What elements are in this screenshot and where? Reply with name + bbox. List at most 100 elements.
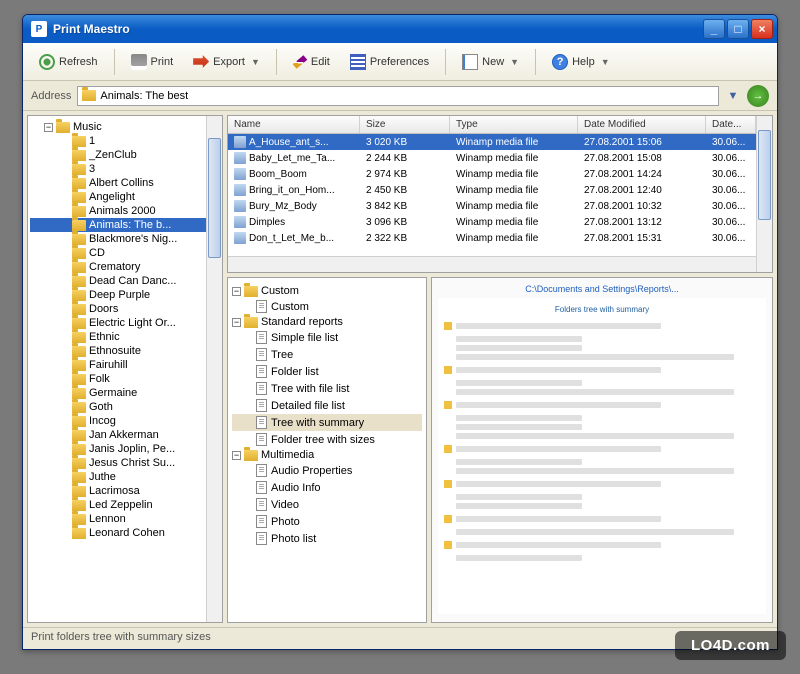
- report-item[interactable]: Tree with file list: [232, 380, 422, 397]
- file-row[interactable]: A_House_ant_s...3 020 KBWinamp media fil…: [228, 134, 772, 150]
- tree-item[interactable]: Angelight: [30, 190, 220, 204]
- report-item[interactable]: Audio Info: [232, 479, 422, 496]
- tree-item[interactable]: Fairuhill: [30, 358, 220, 372]
- tree-item[interactable]: Incog: [30, 414, 220, 428]
- address-value: Animals: The best: [100, 90, 188, 102]
- help-button[interactable]: ?Help▼: [544, 50, 618, 74]
- filelist-v-scrollbar[interactable]: [756, 116, 772, 272]
- tree-item[interactable]: Ethnic: [30, 330, 220, 344]
- tree-item[interactable]: Albert Collins: [30, 176, 220, 190]
- report-group[interactable]: −Standard reports: [232, 315, 422, 329]
- file-row[interactable]: Baby_Let_me_Ta...2 244 KBWinamp media fi…: [228, 150, 772, 166]
- tree-item[interactable]: Animals 2000: [30, 204, 220, 218]
- new-icon: [462, 54, 478, 70]
- preferences-icon: [350, 54, 366, 70]
- tree-item[interactable]: Jan Akkerman: [30, 428, 220, 442]
- reports-panel[interactable]: −CustomCustom−Standard reportsSimple fil…: [227, 277, 427, 623]
- separator: [114, 49, 115, 75]
- tree-item[interactable]: Lennon: [30, 512, 220, 526]
- tree-item[interactable]: Animals: The b...: [30, 218, 220, 232]
- filelist-h-scrollbar[interactable]: [228, 256, 756, 272]
- tree-item[interactable]: Jesus Christ Su...: [30, 456, 220, 470]
- report-item[interactable]: Simple file list: [232, 329, 422, 346]
- main-area: −Music1_ZenClub3Albert CollinsAngelightA…: [23, 111, 777, 627]
- file-list-header[interactable]: Name Size Type Date Modified Date...: [228, 116, 772, 134]
- file-row[interactable]: Don_t_Let_Me_b...2 322 KBWinamp media fi…: [228, 230, 772, 246]
- preview-title: C:\Documents and Settings\Reports\...: [438, 284, 766, 294]
- file-row[interactable]: Bring_it_on_Hom...2 450 KBWinamp media f…: [228, 182, 772, 198]
- app-icon: P: [31, 21, 47, 37]
- maximize-button[interactable]: □: [727, 19, 749, 39]
- report-item[interactable]: Custom: [232, 298, 422, 315]
- address-label: Address: [31, 90, 71, 102]
- refresh-icon: [39, 54, 55, 70]
- col-name[interactable]: Name: [228, 116, 360, 133]
- tree-item[interactable]: Led Zeppelin: [30, 498, 220, 512]
- app-window: P Print Maestro _ □ × Refresh Print Expo…: [22, 14, 778, 650]
- report-item[interactable]: Tree with summary: [232, 414, 422, 431]
- report-item[interactable]: Video: [232, 496, 422, 513]
- separator: [535, 49, 536, 75]
- tree-item[interactable]: Electric Light Or...: [30, 316, 220, 330]
- file-row[interactable]: Dimples3 096 KBWinamp media file27.08.20…: [228, 214, 772, 230]
- address-dropdown-button[interactable]: ▼: [725, 88, 741, 104]
- tree-item[interactable]: Ethnosuite: [30, 344, 220, 358]
- tree-item[interactable]: 1: [30, 134, 220, 148]
- report-item[interactable]: Photo: [232, 513, 422, 530]
- tree-item[interactable]: Dead Can Danc...: [30, 274, 220, 288]
- tree-scrollbar[interactable]: [206, 116, 222, 622]
- status-text: Print folders tree with summary sizes: [31, 631, 211, 643]
- col-date2[interactable]: Date...: [706, 116, 756, 133]
- file-list[interactable]: Name Size Type Date Modified Date... A_H…: [227, 115, 773, 273]
- tree-item[interactable]: Janis Joplin, Pe...: [30, 442, 220, 456]
- report-item[interactable]: Audio Properties: [232, 462, 422, 479]
- refresh-button[interactable]: Refresh: [31, 50, 106, 74]
- tree-item[interactable]: Deep Purple: [30, 288, 220, 302]
- tree-item[interactable]: Crematory: [30, 260, 220, 274]
- tree-item[interactable]: Blackmore's Nig...: [30, 232, 220, 246]
- col-date[interactable]: Date Modified: [578, 116, 706, 133]
- tree-root[interactable]: −Music: [30, 120, 220, 134]
- tree-item[interactable]: CD: [30, 246, 220, 260]
- col-type[interactable]: Type: [450, 116, 578, 133]
- close-button[interactable]: ×: [751, 19, 773, 39]
- watermark: LO4D.com: [675, 631, 786, 660]
- report-group[interactable]: −Custom: [232, 284, 422, 298]
- report-group[interactable]: −Multimedia: [232, 448, 422, 462]
- preferences-button[interactable]: Preferences: [342, 50, 437, 74]
- chevron-down-icon: ▼: [601, 57, 610, 67]
- file-row[interactable]: Boom_Boom2 974 KBWinamp media file27.08.…: [228, 166, 772, 182]
- minimize-button[interactable]: _: [703, 19, 725, 39]
- chevron-down-icon: ▼: [510, 57, 519, 67]
- tree-item[interactable]: Lacrimosa: [30, 484, 220, 498]
- export-button[interactable]: Export▼: [185, 50, 268, 74]
- tree-item[interactable]: Juthe: [30, 470, 220, 484]
- report-item[interactable]: Folder tree with sizes: [232, 431, 422, 448]
- report-item[interactable]: Tree: [232, 346, 422, 363]
- file-row[interactable]: Bury_Mz_Body3 842 KBWinamp media file27.…: [228, 198, 772, 214]
- print-button[interactable]: Print: [123, 50, 182, 74]
- edit-button[interactable]: Edit: [285, 52, 338, 72]
- report-item[interactable]: Detailed file list: [232, 397, 422, 414]
- tree-item[interactable]: _ZenClub: [30, 148, 220, 162]
- preview-body: Folders tree with summary: [438, 298, 766, 614]
- folder-tree[interactable]: −Music1_ZenClub3Albert CollinsAngelightA…: [27, 115, 223, 623]
- tree-item[interactable]: Folk: [30, 372, 220, 386]
- col-size[interactable]: Size: [360, 116, 450, 133]
- separator: [445, 49, 446, 75]
- tree-item[interactable]: Leonard Cohen: [30, 526, 220, 540]
- tree-item[interactable]: 3: [30, 162, 220, 176]
- separator: [276, 49, 277, 75]
- report-item[interactable]: Folder list: [232, 363, 422, 380]
- report-item[interactable]: Photo list: [232, 530, 422, 547]
- preview-panel: C:\Documents and Settings\Reports\... Fo…: [431, 277, 773, 623]
- new-button[interactable]: New▼: [454, 50, 527, 74]
- titlebar[interactable]: P Print Maestro _ □ ×: [23, 15, 777, 43]
- tree-item[interactable]: Germaine: [30, 386, 220, 400]
- chevron-down-icon: ▼: [251, 57, 260, 67]
- go-button[interactable]: →: [747, 85, 769, 107]
- toolbar: Refresh Print Export▼ Edit Preferences N…: [23, 43, 777, 81]
- tree-item[interactable]: Doors: [30, 302, 220, 316]
- address-field[interactable]: Animals: The best: [77, 86, 719, 106]
- tree-item[interactable]: Goth: [30, 400, 220, 414]
